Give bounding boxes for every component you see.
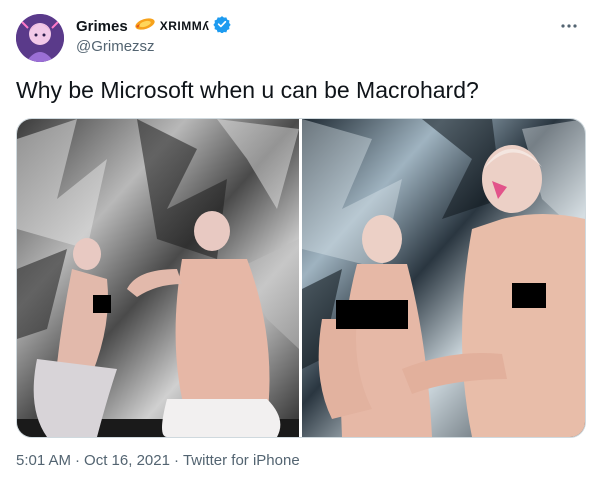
tweet-time[interactable]: 5:01 AM <box>16 452 71 469</box>
censor-bar <box>512 283 546 308</box>
tweet-card: Grimes XRIMMʎ @Grimezsz Why be Microsoft… <box>0 0 601 492</box>
media-grid <box>16 118 586 438</box>
avatar[interactable] <box>16 14 64 62</box>
censor-bar <box>93 295 111 313</box>
verified-badge-icon <box>213 15 231 38</box>
censor-bar <box>336 300 408 329</box>
avatar-image <box>16 14 64 62</box>
photo-2[interactable] <box>302 119 585 437</box>
tweet-header: Grimes XRIMMʎ @Grimezsz <box>16 12 585 62</box>
author-info: Grimes XRIMMʎ @Grimezsz <box>76 15 231 55</box>
flame-icon <box>134 17 156 36</box>
author-handle[interactable]: @Grimezsz <box>76 38 231 55</box>
display-name[interactable]: Grimes <box>76 18 128 35</box>
tweet-date[interactable]: Oct 16, 2021 <box>84 452 170 469</box>
meta-separator: · <box>75 452 81 469</box>
tweet-metadata: 5:01 AM · Oct 16, 2021 · Twitter for iPh… <box>16 452 300 469</box>
photo-1[interactable] <box>17 119 299 437</box>
more-options-icon[interactable] <box>557 16 581 36</box>
name-glyphs: XRIMMʎ <box>159 19 210 33</box>
tweet-text: Why be Microsoft when u can be Macrohard… <box>16 77 479 103</box>
name-row: Grimes XRIMMʎ <box>76 15 231 38</box>
tweet-source[interactable]: Twitter for iPhone <box>183 452 300 469</box>
meta-separator: · <box>173 452 179 469</box>
